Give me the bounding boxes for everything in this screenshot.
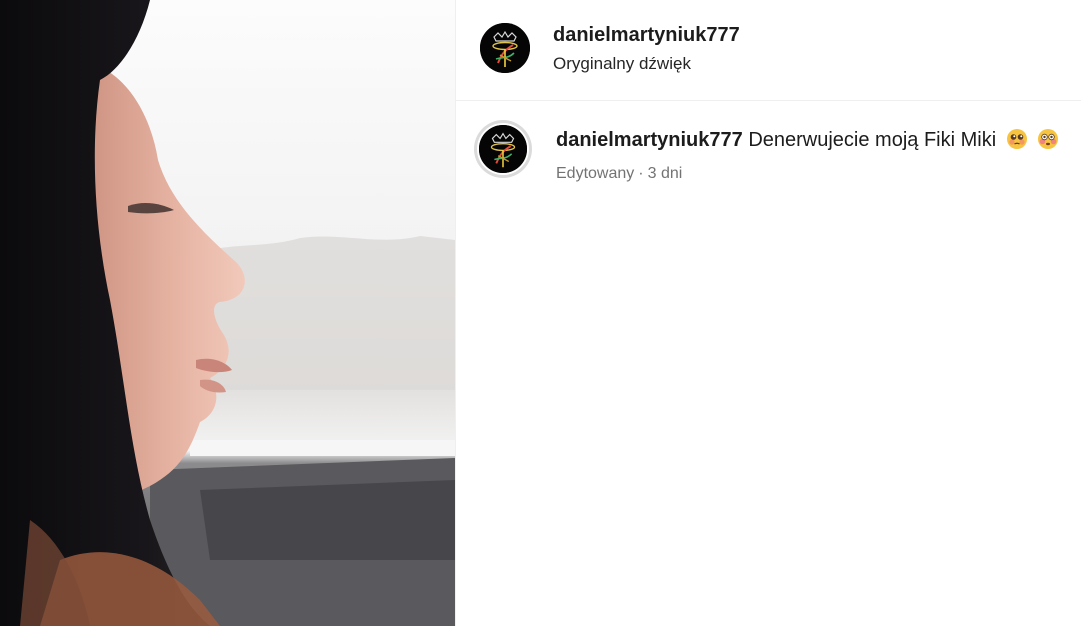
audio-label[interactable]: Oryginalny dźwięk (553, 54, 691, 74)
meta-separator: · (638, 165, 644, 182)
crown-logo-icon (479, 125, 527, 173)
author-username[interactable]: danielmartyniuk777 (553, 24, 740, 47)
comment-meta: Edytowany · 3 dni (556, 165, 682, 183)
flushed-face-icon (1037, 128, 1059, 150)
comment-text: Denerwujecie moją Fiki Miki (748, 129, 997, 151)
video-still-icon (0, 0, 455, 626)
post-header: danielmartyniuk777 Oryginalny dźwięk (456, 0, 1081, 101)
author-avatar[interactable] (480, 23, 530, 73)
edited-label: Edytowany (556, 165, 635, 182)
comment-avatar-ring[interactable] (474, 120, 532, 178)
crown-logo-icon (480, 23, 530, 73)
comment-username[interactable]: danielmartyniuk777 (556, 129, 743, 151)
comment-age[interactable]: 3 dni (648, 165, 683, 182)
post-details-panel: danielmartyniuk777 Oryginalny dźwięk dan… (455, 0, 1081, 626)
comment-author-avatar[interactable] (477, 123, 529, 175)
caption-comment: danielmartyniuk777 Denerwujecie moją Fik… (556, 128, 1076, 152)
post-media-video[interactable] (0, 0, 455, 626)
pleading-face-icon (1006, 128, 1028, 150)
post-viewer: danielmartyniuk777 Oryginalny dźwięk dan… (0, 0, 1081, 626)
